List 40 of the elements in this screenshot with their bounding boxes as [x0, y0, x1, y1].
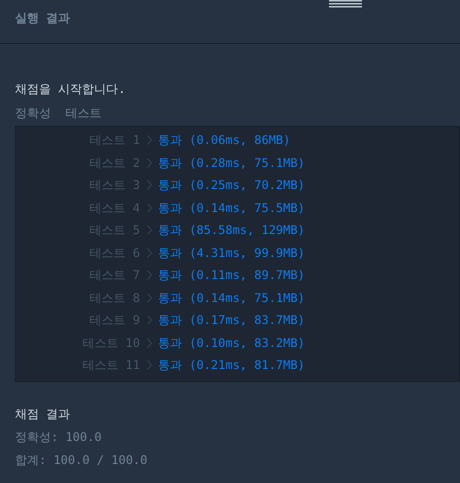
test-result: 통과 (0.14ms, 75.5MB)	[158, 200, 305, 217]
test-label: 테스트 5	[88, 222, 140, 240]
chevron-icon	[147, 202, 152, 213]
test-result: 통과 (0.28ms, 75.1MB)	[158, 154, 305, 172]
test-result: 통과 (0.11ms, 89.7MB)	[158, 267, 305, 284]
test-label: 테스트 3	[88, 177, 140, 194]
chevron-icon	[147, 158, 152, 168]
test-label: 테스트 1	[88, 132, 140, 150]
test-result: 통과 (4.31ms, 99.9MB)	[158, 244, 305, 262]
test-result: 통과 (0.14ms, 75.1MB)	[158, 290, 305, 307]
start-message: 채점을 시작합니다.	[15, 81, 126, 98]
resize-handle-icon[interactable]	[329, 0, 362, 8]
test-label: 테스트 6	[88, 244, 140, 262]
summary-heading: 채점 결과	[15, 406, 72, 422]
chevron-icon	[147, 135, 152, 146]
chevron-icon	[147, 270, 152, 280]
chevron-icon	[147, 315, 152, 326]
chevron-icon	[147, 292, 152, 303]
test-result: 통과 (0.21ms, 81.7MB)	[158, 357, 305, 374]
test-label: 테스트 11	[81, 357, 140, 374]
test-result: 통과 (0.10ms, 83.2MB)	[158, 334, 305, 352]
test-label: 테스트 9	[88, 312, 140, 330]
chevron-icon	[147, 180, 152, 190]
chevron-icon	[147, 338, 152, 348]
test-result: 통과 (0.06ms, 86MB)	[158, 132, 290, 150]
test-label: 테스트 7	[88, 267, 140, 284]
test-label: 테스트 10	[81, 334, 140, 352]
test-result: 통과 (0.25ms, 70.2MB)	[158, 177, 305, 194]
section-heading: 정확성 테스트	[15, 105, 102, 122]
chevron-icon	[147, 248, 152, 258]
accuracy-score: 정확성: 100.0	[15, 428, 103, 446]
test-label: 테스트 8	[88, 290, 140, 307]
chevron-icon	[147, 225, 152, 236]
test-label: 테스트 4	[88, 200, 140, 217]
test-result: 통과 (0.17ms, 83.7MB)	[158, 312, 305, 330]
chevron-icon	[147, 360, 152, 370]
panel-title: 실행 결과	[15, 11, 70, 25]
total-score: 합계: 100.0 / 100.0	[15, 452, 148, 468]
test-label: 테스트 2	[88, 154, 140, 172]
test-result: 통과 (85.58ms, 129MB)	[158, 222, 305, 240]
